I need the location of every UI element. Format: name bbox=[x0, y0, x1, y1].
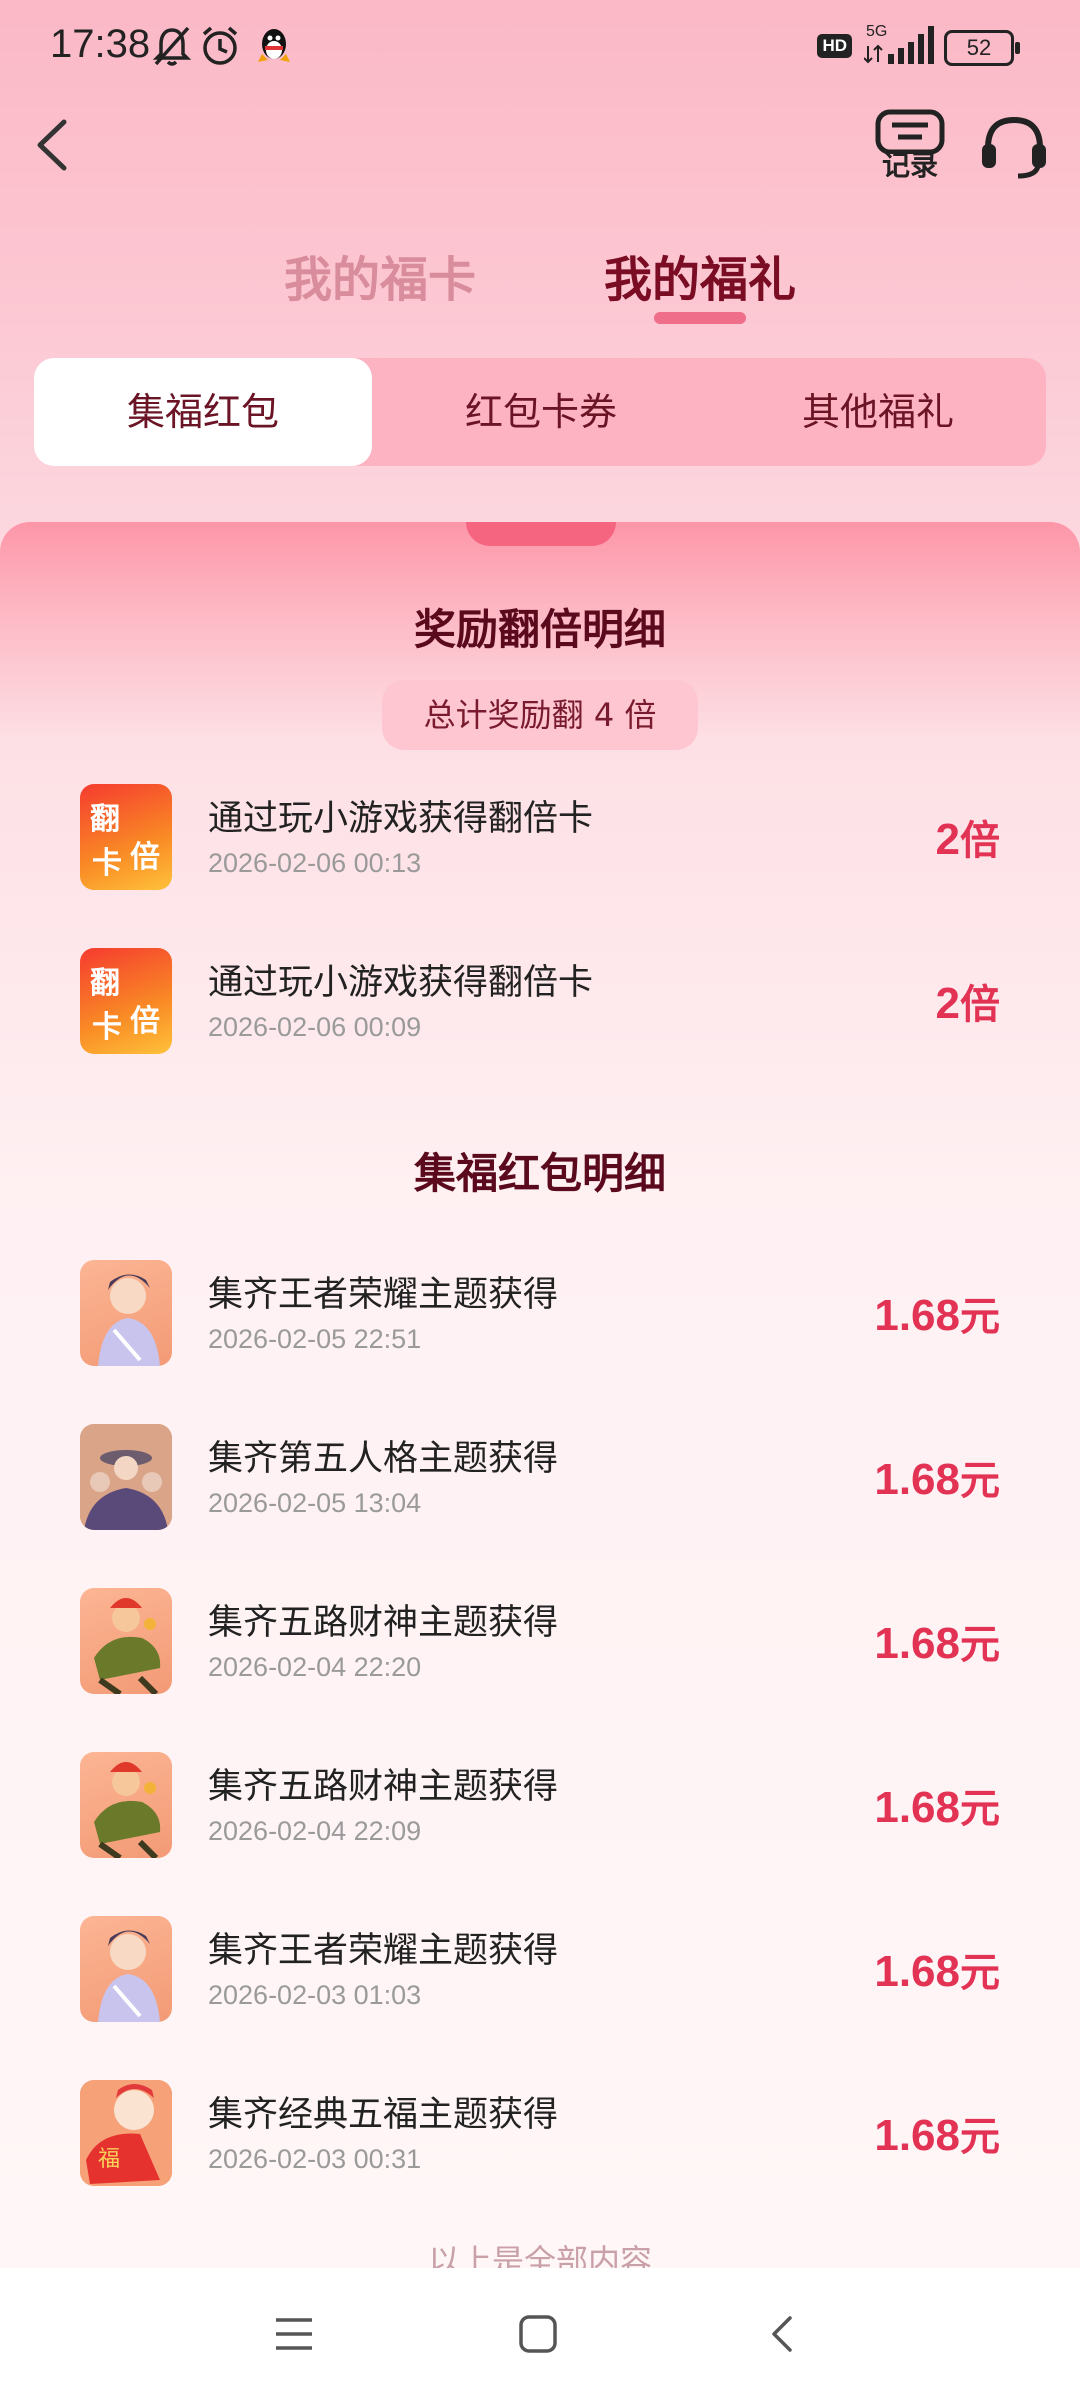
double-card-icon: 翻 倍 卡 bbox=[80, 784, 172, 890]
item-date: 2026-02-04 22:20 bbox=[208, 1652, 422, 1682]
nav-back-icon[interactable] bbox=[762, 2312, 806, 2360]
segment-hongbao-coupons[interactable]: 红包卡券 bbox=[372, 358, 710, 466]
item-date: 2026-02-03 00:31 bbox=[208, 2144, 422, 2174]
item-title: 通过玩小游戏获得翻倍卡 bbox=[208, 799, 594, 839]
customer-service-headset-icon bbox=[982, 116, 1046, 179]
list-item: 翻 倍 卡 通过玩小游戏获得翻倍卡 2026-02-06 00:13 2倍 bbox=[80, 782, 1000, 892]
item-date: 2026-02-03 01:03 bbox=[208, 1980, 422, 2010]
list-item: 集齐五路财神主题获得 2026-02-04 22:20 1.68元 bbox=[80, 1586, 1000, 1696]
item-date: 2026-02-05 22:51 bbox=[208, 1324, 422, 1354]
home-icon[interactable] bbox=[516, 2312, 560, 2360]
records-label: 记录 bbox=[881, 149, 938, 182]
fu-character-thumb: 福 bbox=[80, 2080, 172, 2186]
item-amount: 1.68元 bbox=[874, 1947, 1000, 1996]
qq-penguin-icon bbox=[256, 24, 292, 72]
panel-notch-decoration bbox=[466, 522, 616, 546]
item-title: 集齐王者荣耀主题获得 bbox=[208, 1931, 559, 1971]
back-arrow-icon bbox=[37, 119, 67, 171]
bell-muted-icon bbox=[152, 24, 192, 72]
svg-text:福: 福 bbox=[98, 2147, 120, 2172]
item-title: 集齐经典五福主题获得 bbox=[208, 2095, 559, 2135]
hongbao-section-title: 集福红包明细 bbox=[413, 1149, 666, 1198]
battery-indicator: 52 bbox=[944, 30, 1020, 66]
gift-type-segmented-control: 集福红包 红包卡券 其他福礼 bbox=[34, 358, 1046, 466]
game-character-thumb bbox=[80, 1260, 172, 1366]
item-amount: 1.68元 bbox=[874, 1455, 1000, 1504]
item-date: 2026-02-04 22:09 bbox=[208, 1816, 422, 1846]
records-button[interactable]: 记录 bbox=[872, 108, 948, 186]
item-amount: 1.68元 bbox=[874, 2111, 1000, 2160]
list-item: 集齐王者荣耀主题获得 2026-02-03 01:03 1.68元 bbox=[80, 1914, 1000, 2024]
item-amount: 1.68元 bbox=[874, 1619, 1000, 1668]
game-group-thumb bbox=[80, 1424, 172, 1530]
item-amount: 1.68元 bbox=[874, 1291, 1000, 1340]
customer-service-button[interactable] bbox=[978, 110, 1050, 182]
signal-5g-icon: 5G bbox=[863, 22, 934, 72]
back-button[interactable] bbox=[28, 110, 76, 180]
item-title: 通过玩小游戏获得翻倍卡 bbox=[208, 963, 594, 1003]
alarm-clock-icon bbox=[198, 24, 242, 72]
list-item: 集齐五路财神主题获得 2026-02-04 22:09 1.68元 bbox=[80, 1750, 1000, 1860]
game-character-thumb bbox=[80, 1916, 172, 2022]
total-multiplier-badge: 总计奖励翻 4 倍 bbox=[382, 680, 698, 750]
system-navigation-bar bbox=[0, 2268, 1080, 2400]
hd-voice-badge: HD bbox=[817, 34, 852, 58]
menu-icon[interactable] bbox=[272, 2312, 316, 2360]
item-title: 集齐五路财神主题获得 bbox=[208, 1767, 559, 1807]
list-item: 集齐第五人格主题获得 2026-02-05 13:04 1.68元 bbox=[80, 1422, 1000, 1532]
item-date: 2026-02-05 13:04 bbox=[208, 1488, 422, 1518]
segment-other-gifts[interactable]: 其他福礼 bbox=[710, 358, 1046, 466]
item-title: 集齐王者荣耀主题获得 bbox=[208, 1275, 559, 1315]
item-title: 集齐五路财神主题获得 bbox=[208, 1603, 559, 1643]
god-of-wealth-thumb bbox=[80, 1752, 172, 1858]
god-of-wealth-thumb bbox=[80, 1588, 172, 1694]
item-amount: 2倍 bbox=[935, 979, 1000, 1028]
svg-text:5G: 5G bbox=[866, 23, 887, 40]
item-amount: 1.68元 bbox=[874, 1783, 1000, 1832]
item-date: 2026-02-06 00:09 bbox=[208, 1012, 422, 1042]
list-item: 翻 倍 卡 通过玩小游戏获得翻倍卡 2026-02-06 00:09 2倍 bbox=[80, 946, 1000, 1056]
segment-collect-hongbao[interactable]: 集福红包 bbox=[34, 358, 372, 466]
tab-my-fu-cards[interactable]: 我的福卡 bbox=[284, 240, 476, 310]
status-bar: 17:38 HD 5G 52 bbox=[0, 0, 1080, 96]
tab-my-fu-gifts[interactable]: 我的福礼 bbox=[604, 240, 796, 310]
end-of-list-text: 以上是全部内容 bbox=[427, 2242, 652, 2270]
status-time: 17:38 bbox=[50, 22, 151, 66]
active-tab-indicator bbox=[654, 312, 746, 324]
list-item: 福 集齐经典五福主题获得 2026-02-03 00:31 1.68元 bbox=[80, 2078, 1000, 2188]
reward-double-section-title: 奖励翻倍明细 bbox=[413, 605, 666, 654]
double-card-icon: 翻 倍 卡 bbox=[80, 948, 172, 1054]
list-item: 集齐王者荣耀主题获得 2026-02-05 22:51 1.68元 bbox=[80, 1258, 1000, 1368]
item-amount: 2倍 bbox=[935, 815, 1000, 864]
item-title: 集齐第五人格主题获得 bbox=[208, 1439, 559, 1479]
item-date: 2026-02-06 00:13 bbox=[208, 848, 422, 878]
